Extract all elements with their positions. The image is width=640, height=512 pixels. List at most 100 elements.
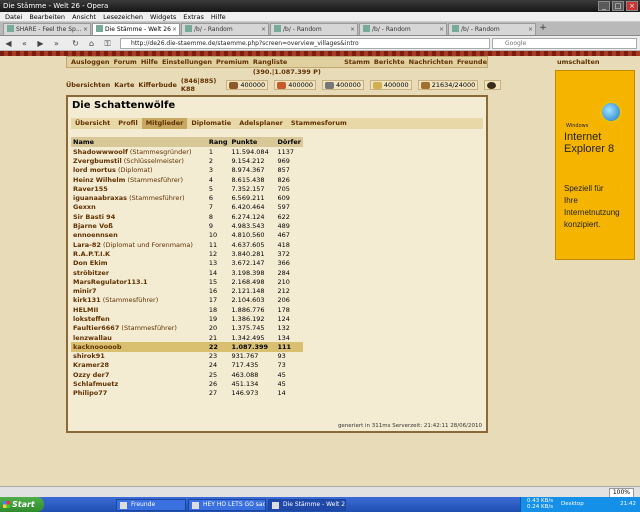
member-villages: 210 (277, 277, 290, 286)
member-link[interactable]: Kramer28 (73, 361, 109, 369)
member-link[interactable]: Gexxn (73, 203, 96, 211)
member-link[interactable]: Schlafmuetz (73, 380, 118, 388)
browser-tab[interactable]: /b/ - Random × (448, 23, 536, 35)
menu-bearbeiten[interactable]: Bearbeiten (29, 12, 65, 21)
member-villages: 372 (277, 249, 290, 258)
site-icon (96, 25, 103, 32)
close-tab-icon[interactable]: × (261, 24, 266, 35)
member-villages: 597 (277, 203, 290, 212)
address-input[interactable]: http://de26.die-staemme.de/staemme.php?s… (120, 38, 490, 49)
start-button[interactable]: Start (0, 497, 44, 512)
member-link[interactable]: ennoennsen (73, 231, 118, 239)
nav-help[interactable]: Hilfe (141, 57, 158, 67)
member-link[interactable]: Philipo77 (73, 389, 107, 397)
member-link[interactable]: kirk131 (73, 296, 101, 304)
profile-resource[interactable] (484, 80, 502, 90)
member-link[interactable]: Shadowwwoolf (73, 148, 128, 156)
overviews-link[interactable]: Übersichten (66, 81, 110, 89)
browser-tab[interactable]: /b/ - Random × (270, 23, 358, 35)
search-input[interactable]: Google (492, 38, 637, 49)
minimize-button[interactable]: _ (598, 1, 610, 11)
menu-ansicht[interactable]: Ansicht (72, 12, 96, 21)
window-titlebar: Die Stämme - Welt 26 - Opera _ □ × (0, 0, 640, 12)
browser-tab[interactable]: /b/ - Random × (359, 23, 447, 35)
desktop-label[interactable]: Desktop (561, 501, 584, 507)
member-link[interactable]: Zvergbumstil (73, 157, 122, 165)
reload-icon[interactable]: ↻ (70, 38, 81, 49)
nav-tribe[interactable]: Stamm (344, 57, 370, 67)
browser-tab-active[interactable]: Die Stämme - Welt 26 × (92, 23, 180, 35)
member-link[interactable]: Faultier6667 (73, 324, 119, 332)
nav-premium[interactable]: Premium (216, 57, 249, 67)
menu-widgets[interactable]: Widgets (150, 12, 176, 21)
maximize-button[interactable]: □ (612, 1, 624, 11)
close-tab-icon[interactable]: × (528, 24, 533, 35)
member-link[interactable]: HELMII (73, 306, 98, 314)
menu-extras[interactable]: Extras (183, 12, 204, 21)
avatar-icon (487, 81, 497, 89)
tab-members[interactable]: Mitglieder (141, 118, 188, 129)
member-link[interactable]: lenzwallau (73, 334, 112, 342)
member-link[interactable]: ströbitzer (73, 269, 109, 277)
nav-forum[interactable]: Forum (114, 57, 137, 67)
toggle-link[interactable]: umschalten (555, 58, 637, 66)
nav-friends[interactable]: Freunde (457, 57, 487, 67)
member-villages: 467 (277, 231, 290, 240)
table-row: shirok91 23 931.767 93 (71, 352, 303, 361)
member-link[interactable]: Raver155 (73, 185, 108, 193)
back-icon[interactable]: ◀ (3, 38, 14, 49)
key-icon[interactable]: ⚿ (102, 38, 113, 49)
member-name: Kramer28 (71, 361, 207, 370)
nav-reports[interactable]: Berichte (374, 57, 405, 67)
tab-noble-planner[interactable]: Adelsplaner (235, 118, 287, 129)
menu-lesezeichen[interactable]: Lesezeichen (103, 12, 143, 21)
close-tab-icon[interactable]: × (350, 24, 355, 35)
member-link[interactable]: shirok91 (73, 352, 105, 360)
browser-tab[interactable]: SHARE - Feel the Sp... × (3, 23, 91, 35)
new-tab-icon[interactable]: + (537, 23, 549, 35)
home-icon[interactable]: ⌂ (86, 38, 97, 49)
member-link[interactable]: Heinz Wilhelm (73, 176, 125, 184)
browser-tab[interactable]: /b/ - Random × (181, 23, 269, 35)
village-name-link[interactable]: Kifferbude (138, 81, 177, 89)
menu-datei[interactable]: Datei (5, 12, 22, 21)
member-link[interactable]: Don Ekim (73, 259, 108, 267)
member-link[interactable]: loksteffen (73, 315, 110, 323)
nav-settings[interactable]: Einstellungen (162, 57, 212, 67)
member-link[interactable]: MarsRegulator113.1 (73, 278, 148, 286)
clay-icon (277, 81, 287, 89)
fast-forward-icon[interactable]: » (51, 38, 62, 49)
member-points: 146.973 (231, 389, 259, 398)
menu-hilfe[interactable]: Hilfe (211, 12, 226, 21)
close-button[interactable]: × (626, 1, 638, 11)
rewind-icon[interactable]: « (19, 38, 30, 49)
member-link[interactable]: minir7 (73, 287, 97, 295)
member-link[interactable]: iguanaabraxas (73, 194, 127, 202)
map-link[interactable]: Karte (114, 81, 134, 89)
member-link[interactable]: lord mortus (73, 166, 116, 174)
close-tab-icon[interactable]: × (83, 24, 88, 35)
member-villages: 969 (277, 156, 290, 165)
close-tab-icon[interactable]: × (172, 24, 177, 35)
ie8-ad-banner[interactable]: Windows Internet Explorer 8 Speziell für I… (555, 70, 635, 260)
member-link[interactable]: Bjarne Voß (73, 222, 113, 230)
member-link[interactable]: kacknooooob (73, 343, 122, 351)
taskbar-item[interactable]: HEY HO LETS GO sad... (188, 498, 266, 511)
tab-overview[interactable]: Übersicht (71, 118, 114, 129)
member-villages: 73 (277, 361, 286, 370)
tab-tribe-forum[interactable]: Stammesforum (287, 118, 351, 129)
member-link[interactable]: Lara-82 (73, 241, 101, 249)
tab-profile[interactable]: Profil (114, 118, 141, 129)
member-link[interactable]: R.A.P.T.I.K (73, 250, 110, 258)
nav-logout[interactable]: Ausloggen (71, 57, 110, 67)
nav-messages[interactable]: Nachrichten (409, 57, 453, 67)
taskbar-item-active[interactable]: Die Stämme - Welt 26 ... (268, 498, 346, 511)
forward-icon[interactable]: ▶ (35, 38, 46, 49)
tab-diplomacy[interactable]: Diplomatie (187, 118, 235, 129)
member-link[interactable]: Ozzy der7 (73, 371, 109, 379)
taskbar-item[interactable]: Freunde (116, 498, 186, 511)
nav-ranking[interactable]: Rangliste (390.|1.087.399 P) (253, 57, 340, 76)
member-link[interactable]: Sir Basti 94 (73, 213, 115, 221)
close-tab-icon[interactable]: × (439, 24, 444, 35)
server-time: generiert in 311ms Serverzeit: 21:42:11 … (337, 423, 482, 429)
